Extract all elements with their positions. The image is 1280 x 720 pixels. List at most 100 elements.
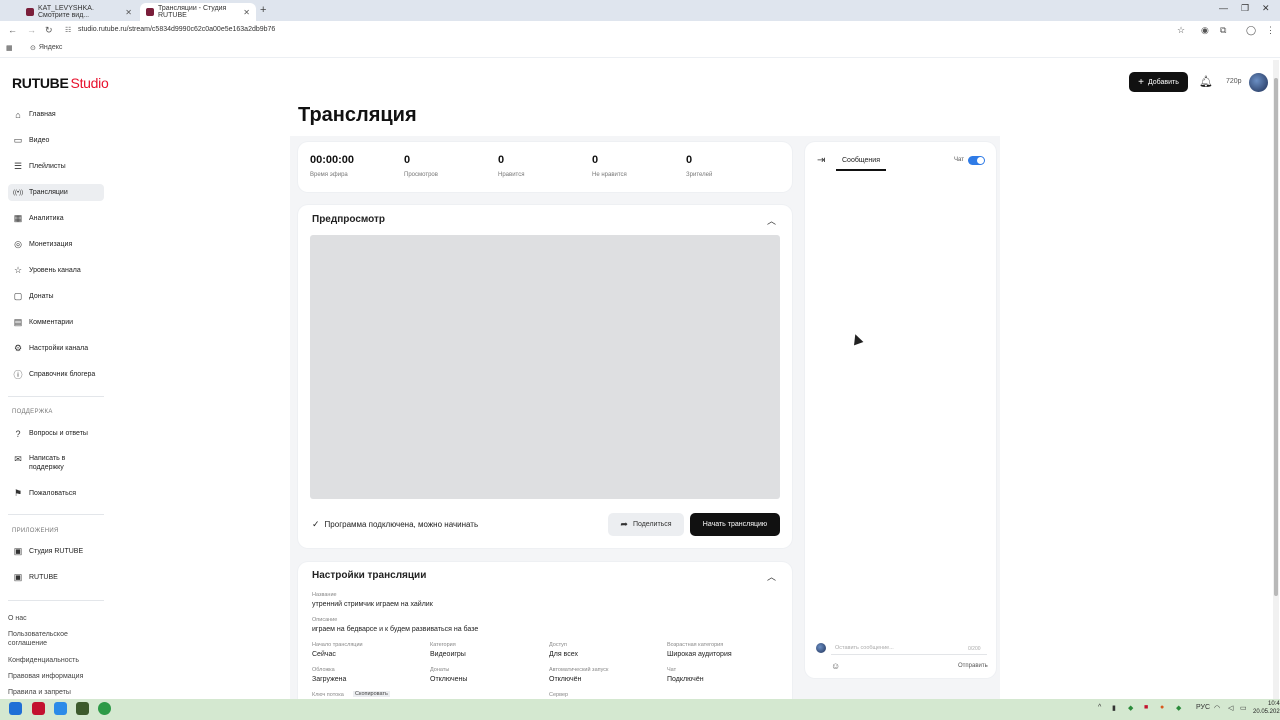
footer-link-legal[interactable]: Правовая информация xyxy=(8,672,98,681)
footer-link-rules[interactable]: Правила и запреты xyxy=(8,688,98,697)
forward-icon[interactable]: → xyxy=(27,25,36,35)
minecraft-icon[interactable] xyxy=(76,702,89,715)
rutube-studio-logo[interactable]: RUTUBE Studio xyxy=(12,75,109,91)
sidebar-item-studio-app[interactable]: ▣ Студия RUTUBE xyxy=(8,543,104,560)
stat-likes-label: Нравится xyxy=(498,172,525,178)
collapse-panel-icon[interactable]: ⇥ xyxy=(817,155,825,166)
sidebar-item-analytics[interactable]: ▦ Аналитика xyxy=(8,210,104,227)
extension-icon[interactable]: ◉ xyxy=(1201,25,1209,36)
maximize-button[interactable]: ❐ xyxy=(1241,3,1249,14)
apps-grid-icon[interactable]: ▦ xyxy=(6,44,13,52)
windows-start-icon[interactable] xyxy=(9,702,22,715)
chat-message-input[interactable] xyxy=(831,642,987,655)
setting-server-label: Сервер xyxy=(549,692,569,698)
tray-app-icon[interactable]: ■ xyxy=(1144,704,1148,711)
new-tab-button[interactable]: + xyxy=(260,4,266,16)
share-button[interactable]: ➦ Поделиться xyxy=(608,513,684,536)
setting-donations-label: Донаты xyxy=(430,667,450,673)
stat-dislikes-label: Не нравится xyxy=(592,172,627,178)
bookmark-star-icon[interactable]: ☆ xyxy=(1177,25,1185,36)
stat-airtime-label: Время эфира xyxy=(310,172,348,178)
minimize-button[interactable]: — xyxy=(1219,3,1228,13)
sidebar-item-channel-level[interactable]: ☆ Уровень канала xyxy=(8,262,104,279)
start-stream-button[interactable]: Начать трансляцию xyxy=(690,513,780,536)
sidebar-item-comments[interactable]: ▤ Комментарии xyxy=(8,314,104,331)
sidebar-item-rutube-app[interactable]: ▣ RUTUBE xyxy=(8,569,104,586)
bookmark-yandex[interactable]: ⊙ Яндекс xyxy=(30,44,62,52)
sidebar-item-report[interactable]: ⚑ Пожаловаться xyxy=(8,485,104,502)
rutube-favicon-icon xyxy=(146,8,154,16)
sidebar-item-video[interactable]: ▭ Видео xyxy=(8,132,104,149)
tab-messages[interactable]: Сообщения xyxy=(842,157,880,164)
sidebar-item-label: Трансляции xyxy=(29,189,68,196)
close-icon[interactable]: ✕ xyxy=(243,8,250,17)
chrome-icon[interactable] xyxy=(98,702,111,715)
tray-app-icon[interactable]: ◆ xyxy=(1128,704,1133,712)
url-field[interactable]: studio.rutube.ru/stream/c5834d9990c62c0a… xyxy=(78,26,275,33)
check-icon: ✓ xyxy=(312,519,320,529)
sidebar-item-monetization[interactable]: ◎ Монетизация xyxy=(8,236,104,253)
sidebar-item-contact-support[interactable]: ✉ Написать в поддержку xyxy=(8,454,104,474)
logo-brand: RUTUBE xyxy=(12,75,69,91)
avatar[interactable] xyxy=(1249,73,1268,92)
taskbar-clock[interactable]: 10:46 20.05.2026 xyxy=(1253,700,1280,716)
sidebar-divider xyxy=(8,396,104,397)
taskbar-app-icon[interactable] xyxy=(32,702,45,715)
sidebar-item-home[interactable]: ⌂ Главная xyxy=(8,106,104,123)
scrollbar-thumb[interactable] xyxy=(1274,78,1278,596)
taskbar-app-icon[interactable] xyxy=(54,702,67,715)
sidebar-item-channel-settings[interactable]: ⚙ Настройки канала xyxy=(8,340,104,357)
add-button[interactable]: + Добавить xyxy=(1129,72,1188,92)
preview-title: Предпросмотр xyxy=(312,214,386,225)
wifi-icon[interactable]: ◠ xyxy=(1214,704,1220,712)
sidebar-item-playlists[interactable]: ☰ Плейлисты xyxy=(8,158,104,175)
chevron-up-icon[interactable]: ︿ xyxy=(767,570,776,583)
tray-app-icon[interactable]: ◆ xyxy=(1176,704,1181,712)
browser-tab-2[interactable]: Трансляции - Студия RUTUBE ✕ xyxy=(140,3,256,21)
chevron-up-icon[interactable]: ︿ xyxy=(767,214,776,227)
setting-cover-value: Загружена xyxy=(312,676,347,683)
tray-language[interactable]: РУС xyxy=(1196,704,1210,711)
browser-tab-1[interactable]: KAT_LEVYSHKA. Смотрите вид... ✕ xyxy=(20,3,138,21)
profile-icon[interactable]: ◯ xyxy=(1246,25,1256,36)
extensions-puzzle-icon[interactable]: ⧉ xyxy=(1220,25,1226,36)
donation-icon: ▢ xyxy=(13,291,23,301)
setting-category-value: Видеоигры xyxy=(430,651,466,658)
site-settings-icon[interactable]: ☷ xyxy=(65,26,71,34)
start-stream-label: Начать трансляцию xyxy=(702,521,768,528)
footer-link-terms[interactable]: Пользовательское соглашение xyxy=(8,630,83,648)
stat-viewers-value: 0 xyxy=(686,154,693,166)
copy-key-badge[interactable]: Скопировать xyxy=(353,691,390,697)
tray-expand-icon[interactable]: ^ xyxy=(1098,704,1101,711)
sidebar-item-donations[interactable]: ▢ Донаты xyxy=(8,288,104,305)
bell-icon[interactable]: 🔔︎ xyxy=(1199,75,1213,88)
close-window-button[interactable]: ✕ xyxy=(1262,3,1270,14)
send-button[interactable]: Отправить xyxy=(958,663,988,669)
video-icon: ▭ xyxy=(13,135,23,145)
sidebar-item-faq[interactable]: ? Вопросы и ответы xyxy=(8,425,104,442)
menu-icon[interactable]: ⋮ xyxy=(1266,25,1275,36)
sidebar-item-blogger-guide[interactable]: ⓘ Справочник блогера xyxy=(8,366,104,383)
tray-app-icon[interactable]: ● xyxy=(1160,704,1164,711)
sidebar-item-label: Настройки канала xyxy=(29,345,89,352)
share-icon: ➦ xyxy=(620,519,628,529)
setting-category-label: Категория xyxy=(430,642,456,648)
sidebar-item-streams[interactable]: ((•)) Трансляции xyxy=(8,184,104,201)
chat-toggle[interactable] xyxy=(968,156,985,165)
sidebar-item-label: Аналитика xyxy=(29,215,64,222)
page-title: Трансляция xyxy=(298,104,417,126)
footer-link-privacy[interactable]: Конфиденциальность xyxy=(8,656,98,665)
close-icon[interactable]: ✕ xyxy=(125,8,132,17)
back-icon[interactable]: ← xyxy=(8,25,17,35)
footer-link-about[interactable]: О нас xyxy=(8,614,98,623)
comment-icon: ▤ xyxy=(13,317,23,327)
reload-icon[interactable]: ↻ xyxy=(45,25,53,36)
battery-icon[interactable]: ▭ xyxy=(1240,704,1247,712)
emoji-icon[interactable]: ☺ xyxy=(831,661,840,671)
setting-autostart-label: Автоматический запуск xyxy=(549,667,609,673)
sidebar-item-label: Главная xyxy=(29,111,56,118)
volume-icon[interactable]: ◁ xyxy=(1228,704,1233,712)
tray-app-icon[interactable]: ▮ xyxy=(1112,704,1116,712)
setting-chat-label: Чат xyxy=(667,667,677,673)
sidebar-item-label: Видео xyxy=(29,137,50,144)
